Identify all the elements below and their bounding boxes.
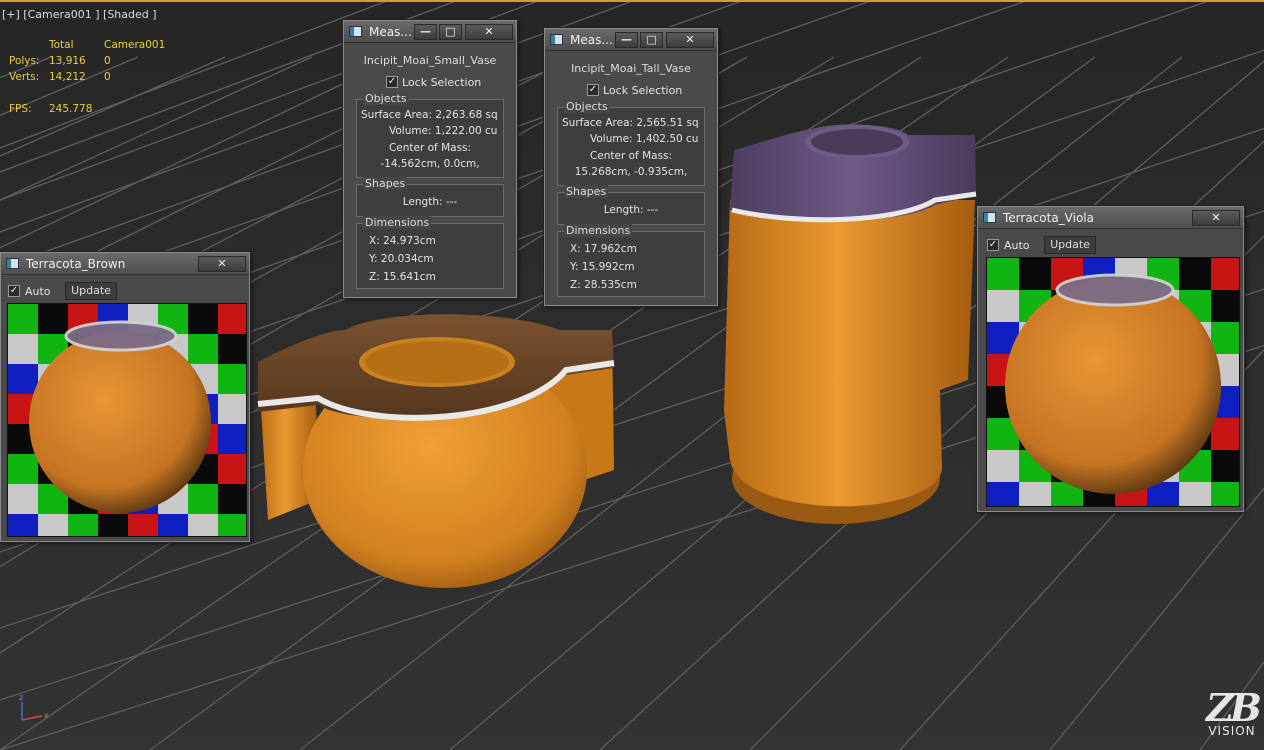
material-sphere (29, 331, 211, 513)
axis-gizmo-icon: z x (19, 693, 49, 721)
update-button[interactable]: Update (1044, 236, 1096, 254)
update-button[interactable]: Update (65, 282, 117, 300)
material-preview-window-viola[interactable]: Terracota_Viola ✕ ✓ Auto Update (977, 206, 1244, 512)
shapes-group: Shapes Length: --- (557, 185, 705, 225)
measured-object-name: Incipit_Moai_Tall_Vase (571, 62, 691, 75)
viewport-label-menu[interactable]: [+] [Camera001 ] [Shaded ] (2, 8, 157, 21)
checkbox-checked-icon[interactable]: ✓ (8, 285, 20, 297)
close-icon[interactable]: ✕ (666, 32, 714, 48)
surface-area-readout: Surface Area: 2,565.51 sq (562, 117, 699, 129)
dimensions-group: Dimensions X: 17.962cm Y: 15.992cm Z: 28… (557, 224, 705, 297)
stats-polys-total: 13,916 (49, 55, 86, 67)
window-titlebar[interactable]: Terracota_Brown ✕ (1, 253, 249, 275)
center-of-mass-label: Center of Mass: (589, 150, 673, 162)
length-readout: Length: --- (603, 204, 659, 216)
material-preview-swatch (7, 303, 247, 537)
objects-group-label: Objects (363, 92, 409, 105)
minimize-icon[interactable]: — (414, 24, 437, 40)
dimension-y-readout: Y: 20.034cm (369, 253, 434, 265)
dimension-z-readout: Z: 28.535cm (570, 279, 637, 291)
app-window-icon (6, 258, 19, 269)
dimensions-group-label: Dimensions (363, 216, 432, 229)
shapes-group: Shapes Length: --- (356, 177, 504, 217)
stats-fps-value: 245.778 (49, 103, 93, 115)
close-icon[interactable]: ✕ (1192, 210, 1240, 226)
checker-sphere-preview (8, 304, 246, 536)
dimensions-group: Dimensions X: 24.973cm Y: 20.034cm Z: 15… (356, 216, 504, 289)
auto-label[interactable]: Auto (25, 285, 51, 298)
lock-selection-label[interactable]: Lock Selection (402, 76, 481, 89)
dimension-y-readout: Y: 15.992cm (570, 261, 635, 273)
stats-verts-total: 14,212 (49, 71, 86, 83)
center-of-mass-label: Center of Mass: (388, 142, 472, 154)
checkbox-checked-icon[interactable]: ✓ (987, 239, 999, 251)
active-viewport-border (0, 0, 1264, 2)
window-title: Meas... (369, 25, 412, 39)
window-title: Meas... (570, 33, 613, 47)
stats-polys-label: Polys: (9, 55, 40, 67)
window-title: Terracota_Brown (26, 257, 126, 271)
svg-text:z: z (19, 693, 23, 702)
app-window-icon (550, 34, 563, 45)
dimension-z-readout: Z: 15.641cm (369, 271, 436, 283)
minimize-icon[interactable]: — (615, 32, 638, 48)
surface-area-readout: Surface Area: 2,263.68 sq (361, 109, 498, 121)
svg-text:x: x (44, 711, 49, 720)
dimensions-group-label: Dimensions (564, 224, 633, 237)
measure-window-small-vase[interactable]: Meas... — □ ✕ Incipit_Moai_Small_Vase ✓ … (343, 20, 517, 298)
stats-col-camera: Camera001 (104, 39, 166, 51)
objects-group-label: Objects (564, 100, 610, 113)
stats-verts-camera: 0 (104, 71, 111, 83)
volume-readout: Volume: 1,402.50 cu (590, 133, 699, 145)
material-sphere (1005, 278, 1221, 494)
lock-selection-label[interactable]: Lock Selection (603, 84, 682, 97)
material-preview-swatch (986, 257, 1240, 507)
measure-window-tall-vase[interactable]: Meas... — □ ✕ Incipit_Moai_Tall_Vase ✓ L… (544, 28, 718, 306)
checkbox-checked-icon[interactable]: ✓ (587, 84, 599, 96)
maximize-icon[interactable]: □ (640, 32, 663, 48)
volume-readout: Volume: 1,222.00 cu (389, 125, 498, 137)
center-of-mass-value: -14.562cm, 0.0cm, (380, 158, 480, 170)
auto-label[interactable]: Auto (1004, 239, 1030, 252)
app-window-icon (983, 212, 996, 223)
stats-polys-camera: 0 (104, 55, 111, 67)
watermark-logo-mark: ZB (1206, 685, 1262, 730)
window-titlebar[interactable]: Terracota_Viola ✕ (978, 207, 1243, 229)
window-titlebar[interactable]: Meas... — □ ✕ (545, 29, 717, 51)
objects-group: Objects Surface Area: 2,263.68 sq Volume… (356, 92, 504, 178)
maximize-icon[interactable]: □ (439, 24, 462, 40)
app-window-icon (349, 26, 362, 37)
stats-fps-label: FPS: (9, 103, 32, 115)
close-icon[interactable]: ✕ (465, 24, 513, 40)
dimension-x-readout: X: 24.973cm (369, 235, 436, 247)
checker-sphere-preview (987, 258, 1239, 506)
stats-verts-label: Verts: (9, 71, 40, 83)
objects-group: Objects Surface Area: 2,565.51 sq Volume… (557, 100, 705, 186)
tall-vase-object (724, 124, 977, 524)
stats-col-total: Total (49, 39, 74, 51)
shapes-group-label: Shapes (363, 177, 408, 190)
dimension-x-readout: X: 17.962cm (570, 243, 637, 255)
checkbox-checked-icon[interactable]: ✓ (386, 76, 398, 88)
close-icon[interactable]: ✕ (198, 256, 246, 272)
center-of-mass-value: 15.268cm, -0.935cm, (574, 166, 688, 178)
length-readout: Length: --- (402, 196, 458, 208)
shapes-group-label: Shapes (564, 185, 609, 198)
window-title: Terracota_Viola (1003, 211, 1094, 225)
watermark-logo: ZB VISION (1204, 685, 1262, 739)
small-vase-object (257, 314, 615, 588)
material-preview-window-brown[interactable]: Terracota_Brown ✕ ✓ Auto Update (0, 252, 250, 542)
window-titlebar[interactable]: Meas... — □ ✕ (344, 21, 516, 43)
watermark-logo-text: VISION (1208, 724, 1256, 738)
measured-object-name: Incipit_Moai_Small_Vase (363, 54, 497, 67)
